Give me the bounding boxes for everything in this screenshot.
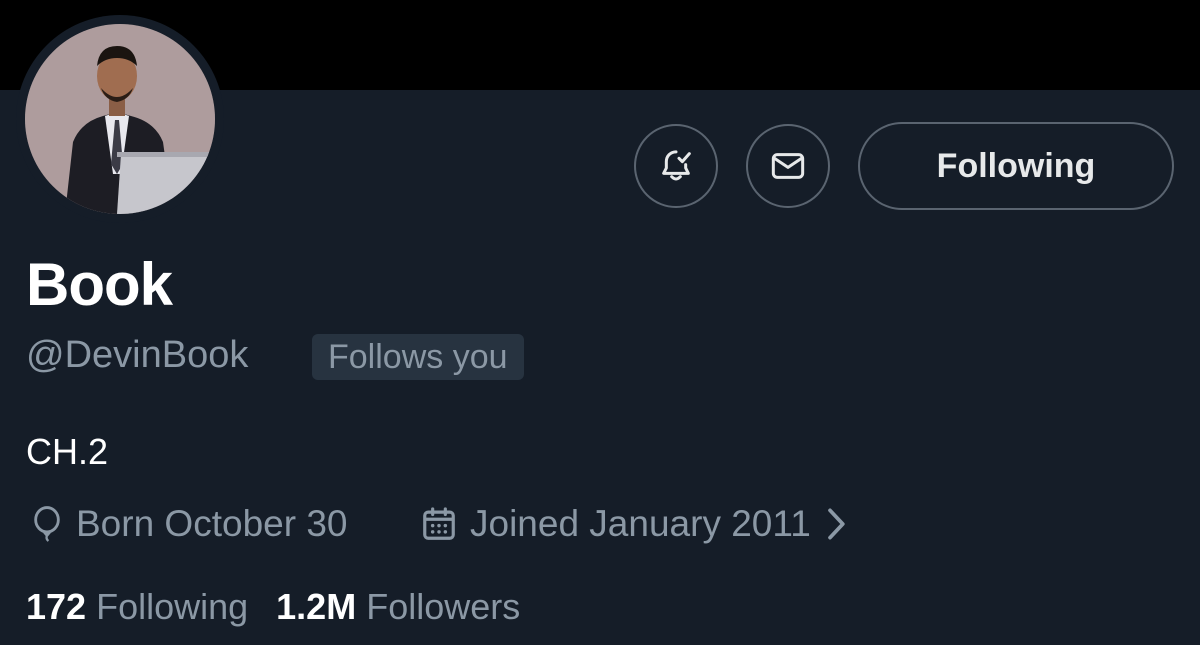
- avatar[interactable]: [25, 24, 215, 214]
- joined-text: Joined January 2011: [470, 503, 811, 544]
- follows-you-badge: Follows you: [312, 334, 524, 380]
- following-stat-link[interactable]: 172 Following: [26, 584, 248, 630]
- joined-info: Joined January 2011: [420, 500, 847, 548]
- envelope-icon: [771, 153, 805, 179]
- avatar-ring: [16, 15, 224, 223]
- following-button[interactable]: Following: [858, 122, 1174, 210]
- following-label: Following: [96, 586, 249, 627]
- followers-stat-link[interactable]: 1.2M Followers: [276, 584, 520, 630]
- birthday-text: Born October 30: [76, 503, 348, 544]
- display-name: Book: [26, 251, 173, 318]
- follow-stats: 172 Following 1.2M Followers: [26, 584, 520, 630]
- notifications-button[interactable]: [634, 124, 718, 208]
- avatar-photo: [25, 24, 215, 214]
- profile-bio: CH.2: [26, 431, 109, 472]
- followers-count: 1.2M: [276, 586, 357, 627]
- chevron-right-icon[interactable]: [825, 507, 847, 541]
- message-button[interactable]: [746, 124, 830, 208]
- balloon-icon: [30, 505, 64, 543]
- birthday-info: Born October 30: [30, 500, 347, 548]
- following-count: 172: [26, 586, 87, 627]
- bell-check-icon: [662, 150, 691, 181]
- user-handle: @DevinBook: [26, 334, 249, 376]
- followers-label: Followers: [366, 586, 521, 627]
- calendar-icon: [420, 505, 458, 543]
